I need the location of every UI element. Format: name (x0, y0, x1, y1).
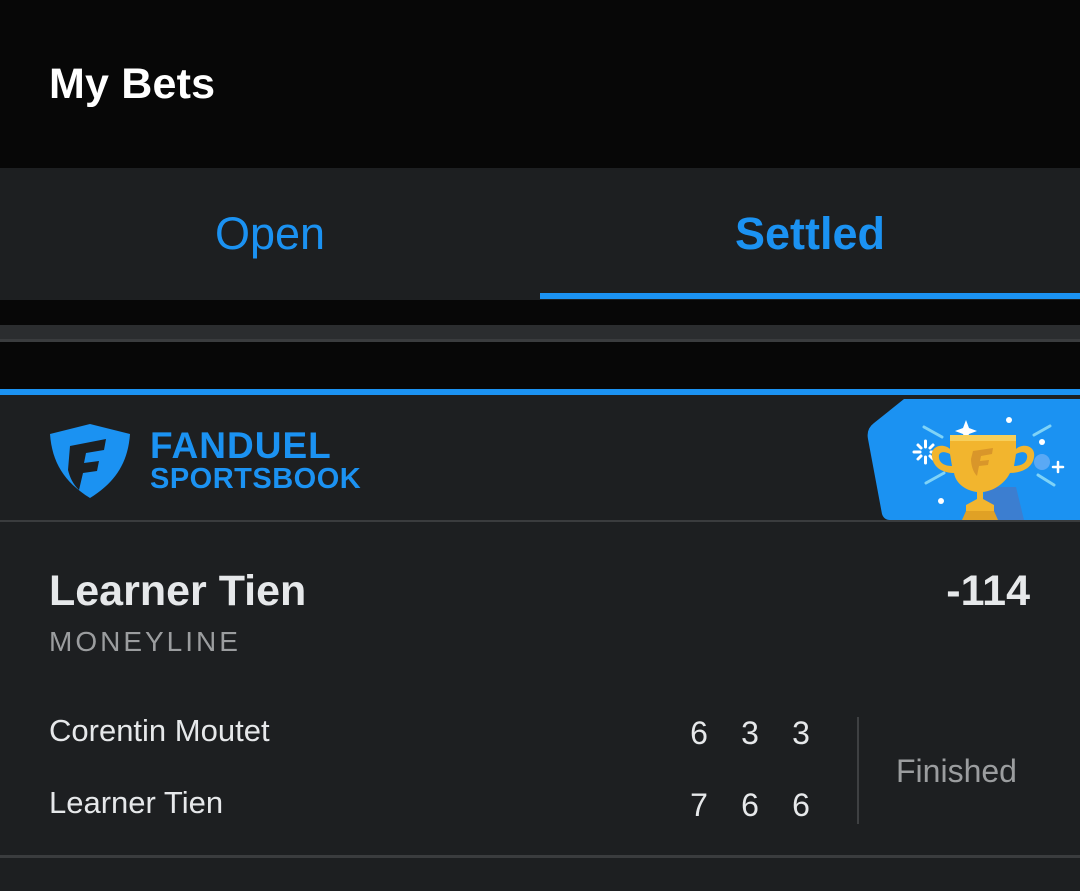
set-score: 3 (792, 715, 810, 751)
next-bet-card[interactable] (0, 858, 1080, 891)
match-status: Finished (896, 753, 1017, 789)
fanduel-shield-icon (50, 424, 130, 498)
bet-odds: -114 (946, 567, 1030, 615)
trophy-icon (867, 399, 1080, 520)
brand-name: FANDUEL (150, 425, 332, 466)
player-name: Corentin Moutet (49, 713, 270, 748)
set-score: 7 (690, 787, 708, 823)
tab-open[interactable]: Open (0, 168, 540, 300)
bet-tabs: Open Settled (0, 168, 1080, 300)
page-title: My Bets (49, 60, 216, 108)
set-score: 6 (690, 715, 708, 751)
set-score: 6 (741, 787, 759, 823)
brand-subtitle: SPORTSBOOK (150, 463, 362, 495)
set-score: 3 (741, 715, 759, 751)
divider (0, 342, 1080, 389)
bet-type: MONEYLINE (49, 626, 241, 657)
tab-settled[interactable]: Settled (540, 168, 1080, 300)
bet-card-header: FANDUEL SPORTSBOOK (0, 395, 1080, 522)
player-name: Learner Tien (49, 785, 224, 820)
app-header: My Bets (0, 0, 1080, 168)
active-tab-indicator (540, 293, 1080, 299)
divider (0, 325, 1080, 339)
divider (0, 300, 1080, 325)
score-divider (857, 717, 859, 824)
set-score: 6 (792, 787, 810, 823)
bet-card[interactable]: FANDUEL SPORTSBOOK Learner Tien -114 MON… (0, 389, 1080, 855)
bet-selection: Learner Tien (49, 567, 307, 615)
